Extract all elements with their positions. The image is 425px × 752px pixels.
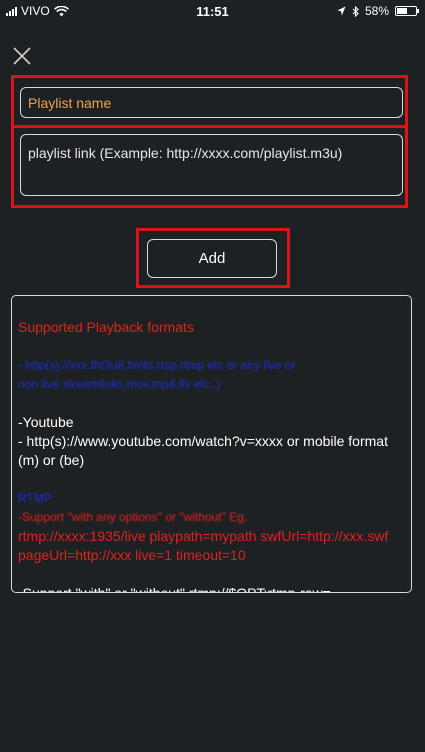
close-icon[interactable] bbox=[12, 46, 32, 66]
status-bar: VIVO 11:51 58% bbox=[0, 0, 425, 22]
playlist-name-input[interactable] bbox=[20, 87, 403, 118]
supported-formats-panel[interactable]: Supported Playback formats - http(s)://x… bbox=[11, 295, 412, 593]
bluetooth-icon bbox=[352, 5, 359, 17]
playlist-link-input[interactable] bbox=[20, 134, 403, 196]
rtmp-blurred-line: -Support "with any options" or "without"… bbox=[18, 510, 248, 524]
status-right: 58% bbox=[337, 4, 419, 18]
rtmp-title: RTMP bbox=[18, 491, 52, 505]
formats-blurred-line-1: - http(s)://xxx.tht3u8,hmts,rtsp,rtmp et… bbox=[18, 358, 296, 372]
add-button[interactable]: Add bbox=[147, 239, 277, 278]
formats-blurred-line-2: non live streamlinks,mov,mp4,flv etc..) bbox=[18, 377, 221, 391]
rtmp-example: rtmp://xxxx:1935/live playpath=mypath sw… bbox=[18, 528, 389, 563]
battery-icon bbox=[395, 6, 419, 16]
battery-fill bbox=[397, 8, 408, 14]
formats-heading: Supported Playback formats bbox=[18, 319, 194, 335]
youtube-title: -Youtube bbox=[18, 414, 74, 430]
battery-percent: 58% bbox=[364, 4, 389, 18]
youtube-description: - http(s)://www.youtube.com/watch?v=xxxx… bbox=[18, 433, 388, 468]
location-arrow-icon bbox=[337, 6, 346, 16]
support-line: -Support "with" or "without" rtmp://$OPT… bbox=[18, 585, 331, 593]
